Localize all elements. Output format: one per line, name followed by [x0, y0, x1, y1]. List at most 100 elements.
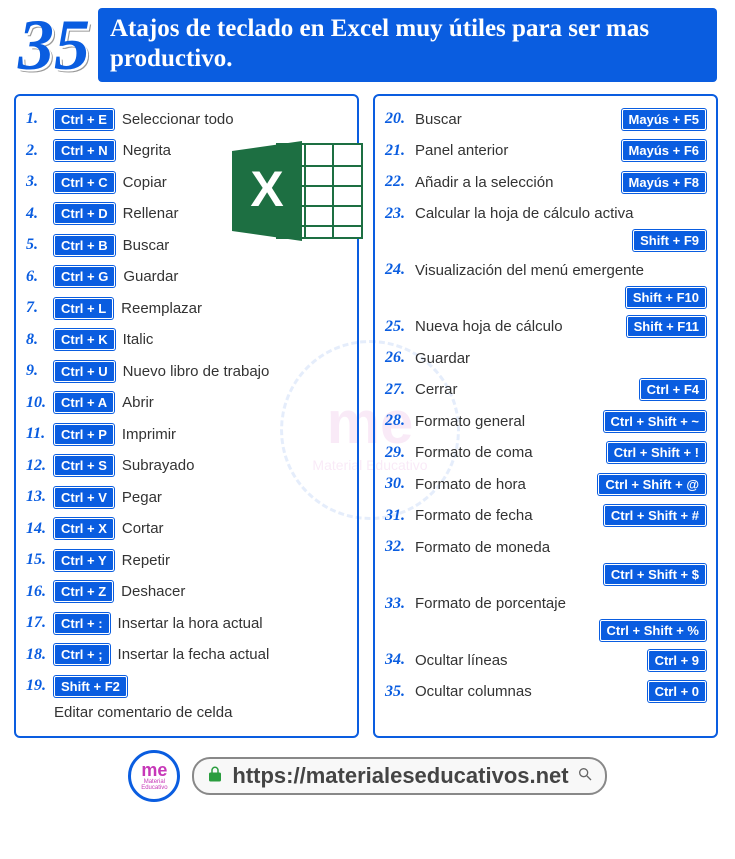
- shortcut-key: Ctrl + K: [54, 329, 115, 350]
- shortcut-row: 18.Ctrl + ; Insertar la fecha actual: [26, 642, 347, 668]
- shortcut-desc: Cortar: [122, 520, 164, 537]
- shortcut-number: 34.: [385, 651, 413, 669]
- shortcut-key: Ctrl + P: [54, 424, 114, 445]
- shortcut-key: Ctrl + 0: [648, 681, 706, 702]
- shortcut-desc: Seleccionar todo: [122, 111, 234, 128]
- shortcut-desc: Copiar: [123, 174, 167, 191]
- search-icon: [577, 766, 593, 787]
- shortcut-row: 20.BuscarMayús + F5: [385, 106, 706, 132]
- shortcut-desc: Nueva hoja de cálculo: [415, 318, 563, 335]
- shortcut-row: 17.Ctrl + :Insertar la hora actual: [26, 610, 347, 636]
- shortcut-key-row: Ctrl + Shift + %: [385, 620, 706, 641]
- shortcut-desc: Añadir a la selección: [415, 174, 553, 191]
- shortcut-number: 7.: [26, 299, 54, 317]
- shortcut-key: Shift + F10: [626, 287, 706, 308]
- shortcut-row: 35.Ocultar columnas Ctrl + 0: [385, 679, 706, 705]
- shortcut-key: Ctrl + Shift + $: [604, 564, 706, 585]
- header-number: 35: [18, 13, 90, 78]
- shortcut-row: 8.Ctrl + KItalic: [26, 327, 347, 353]
- shortcut-desc: Pegar: [122, 489, 162, 506]
- shortcut-number: 3.: [26, 173, 54, 191]
- shortcut-number: 24.: [385, 261, 413, 279]
- shortcut-number: 6.: [26, 268, 54, 286]
- footer: me Material Educativo https://materiales…: [0, 738, 735, 802]
- shortcut-key: Ctrl + E: [54, 109, 114, 130]
- shortcut-key: Mayús + F5: [622, 109, 706, 130]
- shortcut-desc: Formato de moneda: [415, 539, 550, 556]
- shortcut-key: Ctrl + C: [54, 172, 115, 193]
- shortcut-desc: Formato de coma: [415, 444, 533, 461]
- shortcut-desc: Visualización del menú emergente: [415, 262, 644, 279]
- shortcut-key: Ctrl + Shift + ~: [604, 411, 707, 432]
- shortcut-number: 12.: [26, 457, 54, 475]
- shortcut-key-row: Shift + F10: [385, 287, 706, 308]
- shortcut-number: 29.: [385, 444, 413, 462]
- shortcut-key: Ctrl + Shift + %: [600, 620, 706, 641]
- shortcut-desc: Panel anterior: [415, 142, 508, 159]
- shortcut-key: Ctrl + B: [54, 235, 115, 256]
- shortcut-number: 16.: [26, 583, 54, 601]
- shortcut-number: 18.: [26, 646, 54, 664]
- shortcut-row: 1.Ctrl + E Seleccionar todo: [26, 106, 347, 132]
- shortcut-row: 6.Ctrl + GGuardar: [26, 264, 347, 290]
- shortcut-desc: Ocultar líneas: [415, 652, 508, 669]
- shortcut-number: 10.: [26, 394, 54, 412]
- shortcut-key-row: Ctrl + Shift + $: [385, 564, 706, 585]
- shortcut-key-row: Shift + F9: [385, 230, 706, 251]
- columns: X 1.Ctrl + ESeleccionar todo2.Ctrl + NNe…: [0, 94, 735, 738]
- shortcut-key: Ctrl + F4: [640, 379, 706, 400]
- shortcut-desc: Negrita: [123, 142, 171, 159]
- shortcut-number: 19.: [26, 677, 54, 695]
- shortcut-row: 29.Formato de comaCtrl + Shift + !: [385, 440, 706, 466]
- shortcut-desc: Cerrar: [415, 381, 458, 398]
- shortcut-number: 26.: [385, 349, 413, 367]
- shortcut-row: 26.Guardar: [385, 345, 706, 371]
- shortcut-number: 35.: [385, 683, 413, 701]
- shortcut-key: Ctrl + Y: [54, 550, 114, 571]
- shortcut-row: 12.Ctrl + SSubrayado: [26, 453, 347, 479]
- shortcut-key: Ctrl + N: [54, 140, 115, 161]
- shortcut-row: 19.Shift + F2: [26, 673, 347, 699]
- shortcut-number: 23.: [385, 205, 413, 223]
- header-title: Atajos de teclado en Excel muy útiles pa…: [98, 8, 717, 82]
- footer-logo: me Material Educativo: [128, 750, 180, 802]
- shortcut-key: Mayús + F6: [622, 140, 706, 161]
- shortcut-desc: Rellenar: [123, 205, 179, 222]
- right-column: 20.BuscarMayús + F521.Panel anteriorMayú…: [373, 94, 718, 738]
- shortcut-key: Ctrl + S: [54, 455, 114, 476]
- shortcut-key: Ctrl + ;: [54, 644, 110, 665]
- shortcut-desc: Insertar la fecha actual: [118, 646, 270, 663]
- shortcut-desc: Abrir: [122, 394, 154, 411]
- shortcut-row: 25.Nueva hoja de cálculoShift + F11: [385, 314, 706, 340]
- shortcut-desc: Formato general: [415, 413, 525, 430]
- shortcut-key: Shift + F9: [633, 230, 706, 251]
- shortcut-row: 32.Formato de moneda: [385, 534, 706, 560]
- shortcut-number: 5.: [26, 236, 54, 254]
- shortcut-desc: Imprimir: [122, 426, 176, 443]
- shortcut-desc: Ocultar columnas: [415, 683, 532, 700]
- shortcut-number: 9.: [26, 362, 54, 380]
- shortcut-number: 1.: [26, 110, 54, 128]
- shortcut-number: 33.: [385, 595, 413, 613]
- shortcut-row: 21.Panel anteriorMayús + F6: [385, 138, 706, 164]
- shortcut-number: 25.: [385, 318, 413, 336]
- shortcut-desc: Reemplazar: [121, 300, 202, 317]
- shortcut-key: Shift + F2: [54, 676, 127, 697]
- shortcut-row: 13.Ctrl + VPegar: [26, 484, 347, 510]
- shortcut-key: Ctrl + D: [54, 203, 115, 224]
- shortcut-number: 31.: [385, 507, 413, 525]
- shortcut-row: 24.Visualización del menú emergente: [385, 257, 706, 283]
- lock-icon: [206, 765, 224, 788]
- shortcut-row: 11.Ctrl + PImprimir: [26, 421, 347, 447]
- shortcut-number: 14.: [26, 520, 54, 538]
- shortcut-row: 10.Ctrl + AAbrir: [26, 390, 347, 416]
- shortcut-key: Ctrl + Shift + @: [598, 474, 706, 495]
- shortcut-row: 33.Formato de porcentaje: [385, 591, 706, 617]
- shortcut-row: 31.Formato de fechaCtrl + Shift + #: [385, 503, 706, 529]
- svg-text:X: X: [250, 161, 283, 217]
- shortcut-number: 4.: [26, 205, 54, 223]
- footer-url: https://materialeseducativos.net: [232, 763, 568, 789]
- shortcut-key: Ctrl + U: [54, 361, 115, 382]
- shortcut-row: 34.Ocultar líneasCtrl + 9: [385, 647, 706, 673]
- shortcut-desc: Buscar: [415, 111, 462, 128]
